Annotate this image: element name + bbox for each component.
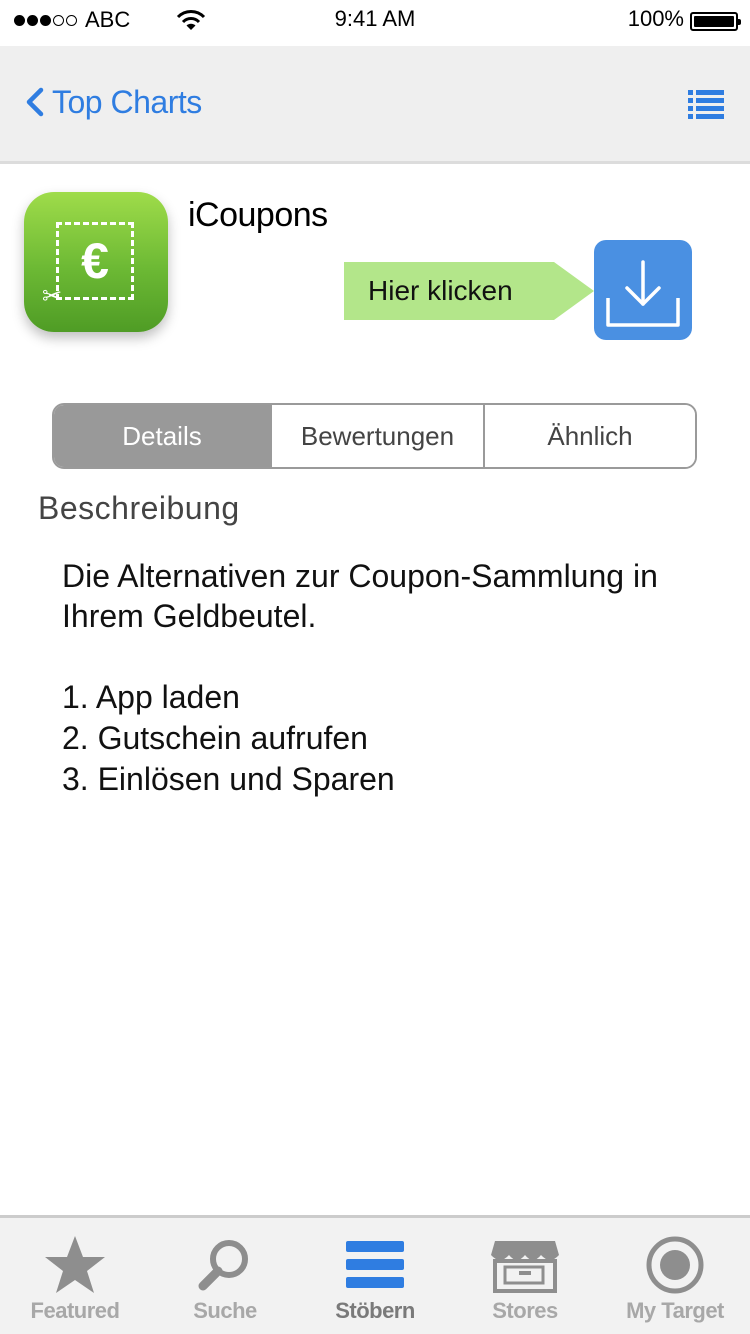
tab-label: Suche	[193, 1298, 257, 1323]
scissors-icon: ✂	[42, 283, 63, 310]
tab-details[interactable]: Details	[54, 405, 270, 467]
list-item: 3. Einlösen und Sparen	[62, 761, 395, 797]
tab-featured[interactable]: Featured	[0, 1218, 150, 1334]
tab-bewertungen[interactable]: Bewertungen	[270, 405, 483, 467]
tab-label: Stöbern	[335, 1298, 415, 1323]
steps-list: 1. App laden 2. Gutschein aufrufen 3. Ei…	[62, 677, 395, 800]
battery-percentage: 100%	[627, 6, 684, 31]
battery-icon	[690, 12, 741, 31]
list-item: 2. Gutschein aufrufen	[62, 720, 368, 756]
tab-label: Stores	[492, 1298, 558, 1323]
chevron-left-icon	[26, 87, 44, 117]
list-icon	[346, 1241, 404, 1288]
navigation-bar: Top Charts	[0, 46, 750, 164]
description-text: Die Alternativen zur Coupon-Sammlung in …	[62, 558, 658, 634]
tab-label: My Target	[626, 1298, 724, 1323]
hint-callout: Hier klicken	[344, 262, 594, 320]
list-icon[interactable]	[688, 88, 724, 120]
tab-aehnlich[interactable]: Ähnlich	[483, 405, 695, 467]
back-button[interactable]: Top Charts	[24, 80, 202, 124]
list-item: 1. App laden	[62, 679, 240, 715]
tab-label: Featured	[30, 1298, 120, 1323]
tab-bar: Featured Suche Stöbern Stores My Target	[0, 1215, 750, 1334]
app-title: iCoupons	[188, 196, 328, 234]
euro-icon: €	[81, 233, 109, 289]
download-button[interactable]	[594, 240, 692, 340]
status-bar: ABC 9:41 AM 100%	[0, 0, 750, 40]
back-button-label: Top Charts	[52, 83, 202, 120]
tab-stores[interactable]: Stores	[450, 1218, 600, 1334]
search-icon	[198, 1240, 248, 1291]
section-title: Beschreibung	[38, 490, 240, 526]
download-icon	[606, 260, 680, 327]
tab-suche[interactable]: Suche	[150, 1218, 300, 1334]
star-icon	[45, 1236, 105, 1293]
store-icon	[491, 1241, 559, 1293]
target-icon	[646, 1236, 704, 1294]
tab-stoebern[interactable]: Stöbern	[300, 1218, 450, 1334]
app-icon: € ✂	[24, 192, 168, 332]
hint-text: Hier klicken	[368, 275, 513, 306]
segmented-control: Details Bewertungen Ähnlich	[52, 403, 697, 469]
tab-my-target[interactable]: My Target	[600, 1218, 750, 1334]
